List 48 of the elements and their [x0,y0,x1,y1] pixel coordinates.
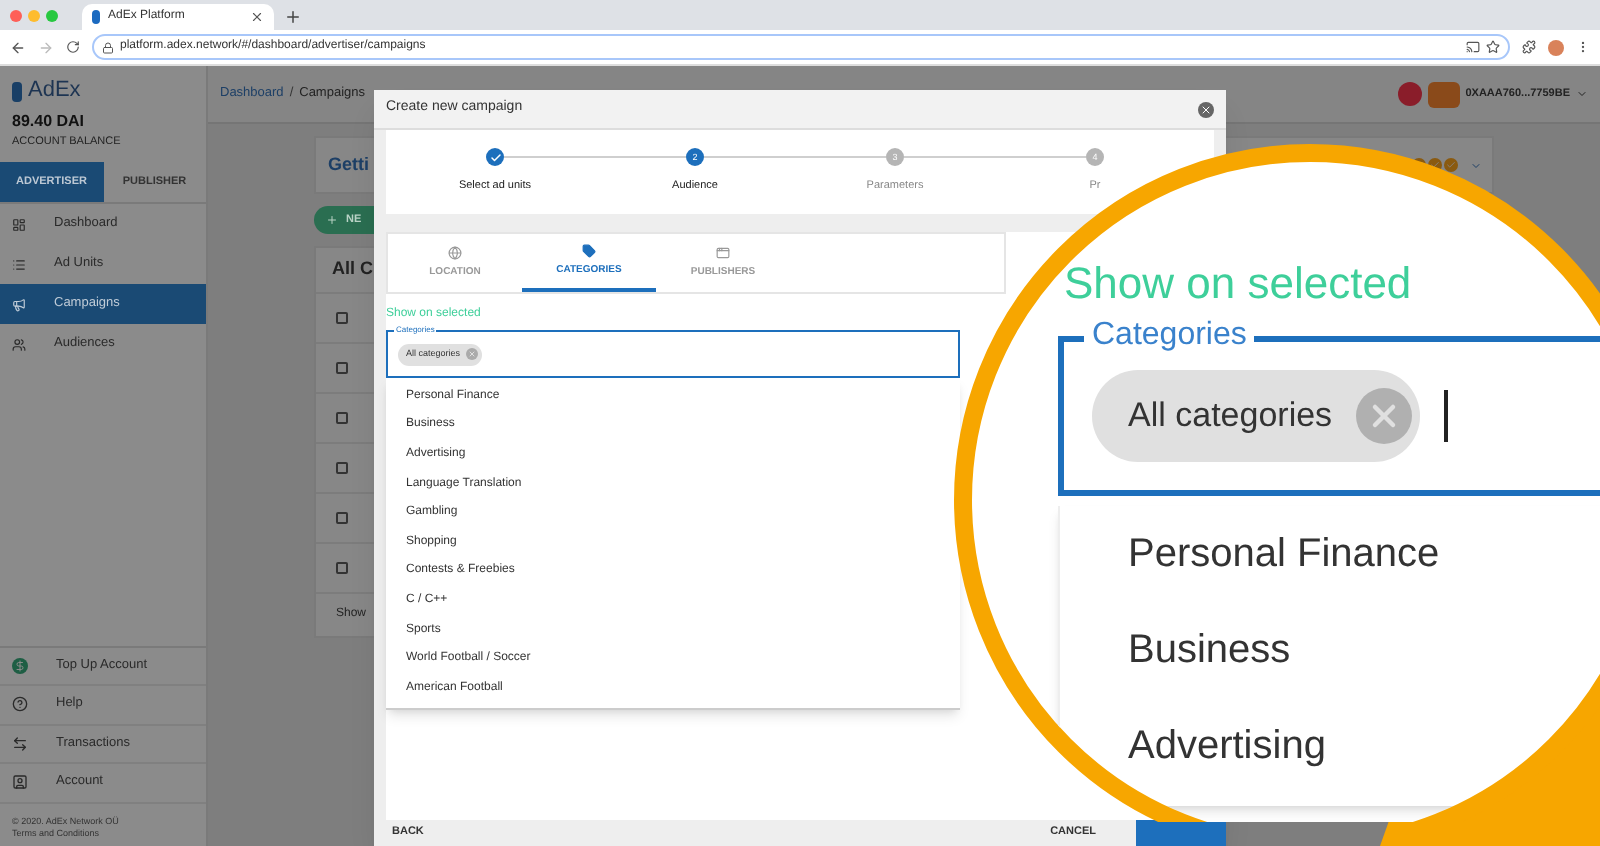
checkbox[interactable] [336,412,348,424]
option-item[interactable]: Personal Finance [1060,506,1600,602]
checkbox[interactable] [336,512,348,524]
logo-icon [12,81,22,101]
megaphone-icon [12,297,26,312]
extensions-icon [1522,40,1536,54]
logo-text: AdEx [28,76,81,107]
checkbox[interactable] [336,312,348,324]
window-icon [716,245,730,260]
hint-text: Show on selected [1064,258,1412,310]
dollar-icon [12,657,28,674]
cast-icon [1466,40,1480,54]
identicon-avatar [1397,82,1422,106]
chevron-down-icon[interactable] [1470,159,1482,171]
new-tab-icon [284,8,302,26]
balance-amount: 89.40 DAI [10,110,87,134]
lock-icon [102,41,114,53]
checkbox[interactable] [336,462,348,474]
dashboard-icon [12,217,26,232]
plus-icon [326,214,338,226]
menu-icon [1576,40,1590,54]
chevron-down-icon [1576,88,1588,100]
account-icon [12,774,28,791]
star-icon [1486,40,1500,54]
checkbox[interactable] [336,562,348,574]
remove-icon[interactable] [1356,388,1413,444]
help-icon [12,696,28,713]
forward-icon [38,39,54,55]
category-chip[interactable]: All categories [1092,370,1421,462]
card-title: All C [332,256,374,283]
arrows-icon [12,735,28,752]
people-icon [12,337,26,352]
profile-avatar[interactable] [1548,39,1564,55]
card-title: Getti [328,151,370,178]
close-icon [250,10,264,24]
continue-button[interactable] [1136,820,1226,846]
checkbox[interactable] [336,362,348,374]
list-icon [12,257,26,272]
close-icon[interactable] [1198,101,1214,117]
tab-favicon-icon [92,10,100,24]
tag-icon [582,243,596,258]
back-icon [10,39,26,55]
globe-icon [448,245,462,260]
reload-icon [66,40,80,54]
field-label: Categories [1084,318,1255,354]
text-cursor [1444,390,1449,442]
remove-icon[interactable] [466,348,479,360]
option-item[interactable]: Business [1060,602,1600,698]
